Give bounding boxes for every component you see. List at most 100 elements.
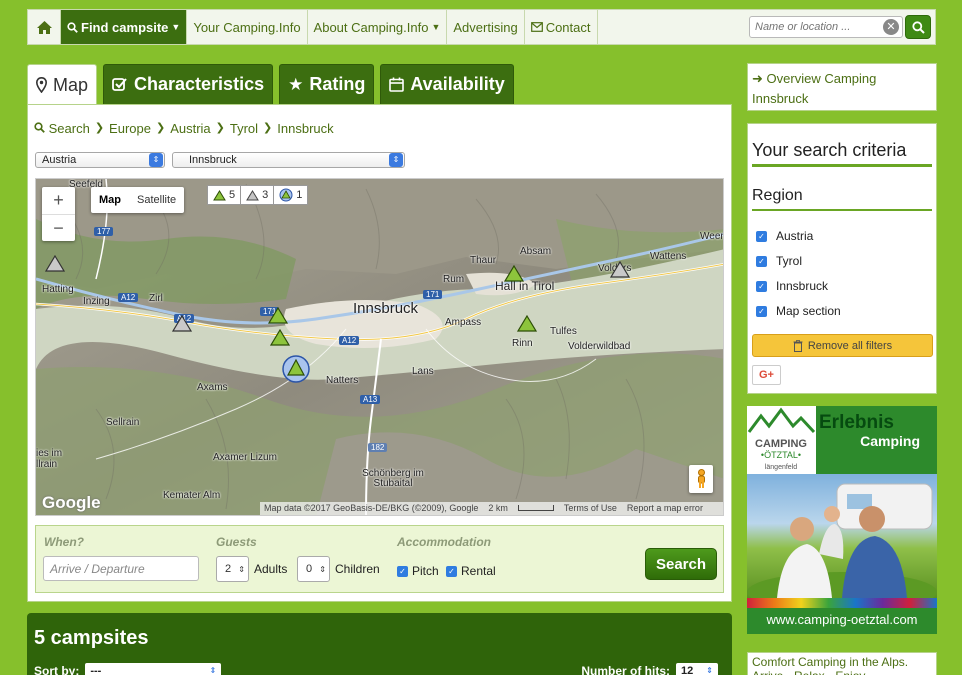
breadcrumb-austria[interactable]: Austria: [170, 121, 210, 136]
hits-select[interactable]: 12 ⇕: [676, 663, 718, 675]
remove-all-filters-label: Remove all filters: [807, 339, 893, 352]
place-lans: Lans: [412, 366, 434, 377]
adults-stepper[interactable]: 2 ⇕: [216, 556, 249, 582]
checkmark-icon: ✓: [446, 565, 457, 577]
clear-icon[interactable]: ✕: [883, 19, 899, 35]
nav-about[interactable]: About Camping.Info ▼: [308, 10, 448, 44]
place-zirl: Zirl: [149, 293, 163, 304]
legend-blue[interactable]: 1: [274, 186, 307, 204]
location-search-input[interactable]: [749, 16, 903, 38]
checkmark-icon: ✓: [756, 305, 767, 317]
google-plus-button[interactable]: G+: [752, 365, 781, 385]
tab-map[interactable]: Map: [27, 64, 98, 105]
campsite-marker[interactable]: [270, 329, 290, 346]
envelope-icon: [530, 22, 543, 32]
nav-search: ✕: [749, 10, 935, 44]
breadcrumb: Search ❯ Europe ❯ Austria ❯ Tyrol ❯ Inns…: [34, 121, 334, 136]
place-gries: ies im llrain: [36, 448, 63, 470]
accommodation-label: Accommodation: [397, 535, 492, 549]
select-arrows-icon: ⇕: [389, 153, 403, 167]
city-select[interactable]: Innsbruck ⇕: [172, 152, 405, 168]
children-stepper[interactable]: 0 ⇕: [297, 556, 330, 582]
when-label: When?: [44, 535, 84, 549]
mountains-logo-icon: CAMPING •ÖTZTAL• längenfeld: [747, 407, 816, 471]
map-type-satellite-button[interactable]: Satellite: [129, 187, 184, 213]
legend-green[interactable]: 5: [208, 186, 242, 204]
sort-select[interactable]: --- ⇕: [85, 663, 222, 675]
country-select-value: Austria: [42, 154, 77, 166]
tab-availability[interactable]: Availability: [380, 64, 514, 104]
chevron-down-icon: ▼: [171, 22, 181, 32]
filter-map-section[interactable]: ✓ Map section: [756, 304, 841, 318]
ad-logo-line2: •ÖTZTAL•: [761, 450, 801, 460]
overview-link[interactable]: Overview Camping Innsbruck: [752, 71, 876, 106]
ad-logo-line1: CAMPING: [755, 438, 807, 450]
home-button[interactable]: [28, 10, 61, 44]
zoom-in-button[interactable]: +: [42, 187, 75, 214]
place-ampass: Ampass: [445, 317, 482, 328]
nav-advertising[interactable]: Advertising: [447, 10, 525, 44]
rental-checkbox[interactable]: ✓ Rental: [446, 564, 496, 578]
campsite-marker[interactable]: [268, 307, 288, 324]
date-range-input[interactable]: Arrive / Departure: [43, 556, 199, 581]
scale-bar-icon: [517, 505, 554, 511]
place-axamer-lizum: Axamer Lizum: [213, 452, 277, 463]
advertisement-banner[interactable]: CAMPING •ÖTZTAL• längenfeld Erlebnis Cam…: [747, 406, 937, 634]
nav-your-camping-info[interactable]: Your Camping.Info: [187, 10, 308, 44]
road-177: 177: [94, 227, 114, 236]
campsite-marker[interactable]: [517, 315, 537, 332]
map-type-map-button[interactable]: Map: [91, 187, 129, 213]
tab-map-label: Map: [53, 74, 89, 95]
road-a12: A12: [118, 293, 139, 302]
campsite-marker[interactable]: [610, 261, 630, 278]
campsite-marker[interactable]: [504, 265, 524, 282]
children-value: 0: [306, 563, 313, 575]
tab-rating-label: Rating: [309, 74, 366, 94]
tab-characteristics-label: Characteristics: [134, 74, 265, 94]
filter-tyrol-label: Tyrol: [776, 254, 803, 268]
place-thaur: Thaur: [470, 255, 497, 266]
terms-of-use-link[interactable]: Terms of Use: [564, 503, 617, 514]
chevron-right-icon: ❯: [155, 122, 166, 134]
tab-rating[interactable]: ★ Rating: [279, 64, 375, 104]
search-submit-button[interactable]: [905, 15, 931, 39]
breadcrumb-search[interactable]: Search: [34, 121, 90, 136]
home-icon: [36, 20, 52, 34]
remove-all-filters-button[interactable]: Remove all filters: [752, 334, 933, 357]
ad-subline: Camping: [860, 433, 920, 449]
breadcrumb-europe[interactable]: Europe: [109, 121, 151, 136]
filter-tyrol[interactable]: ✓ Tyrol: [756, 254, 802, 268]
family-camping-image: [747, 483, 937, 612]
ad-logo: CAMPING •ÖTZTAL• längenfeld: [747, 406, 816, 474]
place-weer: Weer: [700, 231, 724, 242]
calendar-icon: [389, 77, 405, 92]
filter-austria[interactable]: ✓ Austria: [756, 229, 813, 243]
campsite-marker[interactable]: [45, 255, 65, 272]
campsite-map[interactable]: + − Map Satellite 5 3 1 Seefeld Hatting …: [35, 178, 724, 516]
zoom-out-button[interactable]: −: [42, 214, 75, 241]
breadcrumb-tyrol[interactable]: Tyrol: [230, 121, 258, 136]
search-button[interactable]: Search: [645, 548, 717, 580]
place-innsbruck: Innsbruck: [353, 300, 419, 317]
country-select[interactable]: Austria ⇕: [35, 152, 165, 168]
breadcrumb-innsbruck[interactable]: Innsbruck: [277, 121, 333, 136]
pegman-icon: [697, 469, 705, 488]
select-arrows-icon: ⇕: [209, 666, 217, 675]
legend-grey[interactable]: 3: [241, 186, 275, 204]
street-view-pegman[interactable]: [689, 465, 713, 493]
arrow-right-icon: ➜: [752, 71, 763, 86]
road-a12: A12: [339, 336, 360, 345]
report-map-error-link[interactable]: Report a map error: [627, 503, 703, 514]
results-header: 5 campsites Sort by: --- ⇕ Number of hit…: [27, 613, 732, 675]
promo-text-box[interactable]: Comfort Camping in the Alps. Arrive - Re…: [747, 652, 937, 675]
divider: [752, 209, 932, 211]
filter-innsbruck[interactable]: ✓ Innsbruck: [756, 279, 828, 293]
pitch-checkbox[interactable]: ✓ Pitch: [397, 564, 439, 578]
campsite-marker-selected[interactable]: [281, 354, 311, 384]
nav-find-campsite[interactable]: Find campsite ▼: [61, 10, 188, 44]
tab-characteristics[interactable]: Characteristics: [103, 64, 274, 104]
nav-contact[interactable]: Contact: [525, 10, 598, 44]
sort-label: Sort by:: [34, 663, 80, 675]
campsite-legend: 5 3 1: [207, 185, 309, 205]
campsite-marker[interactable]: [172, 315, 192, 332]
